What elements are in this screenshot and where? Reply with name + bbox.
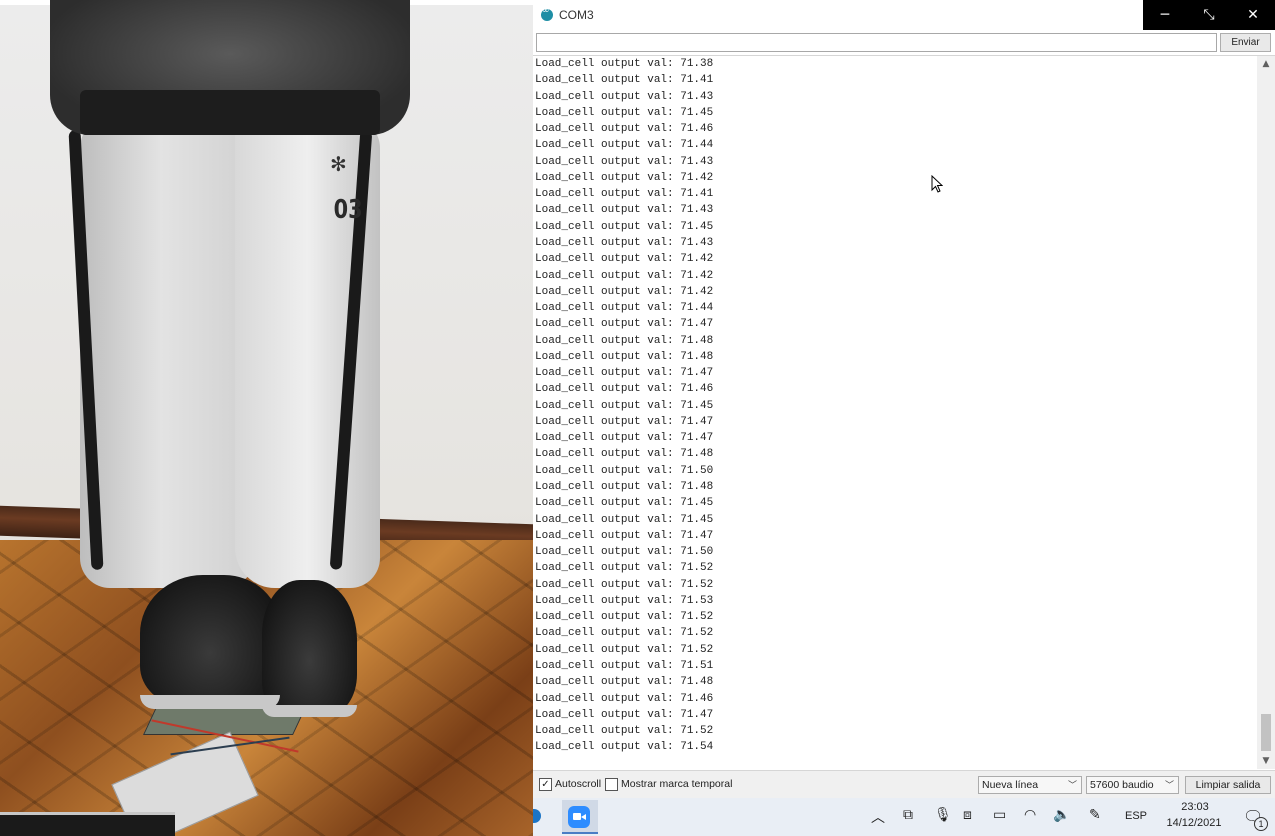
output-line: Load_cell output val: 71.51: [535, 659, 714, 672]
output-line: Load_cell output val: 71.45: [535, 513, 714, 526]
output-line: Load_cell output val: 71.45: [535, 106, 714, 119]
pants-number: 03: [333, 195, 363, 225]
minimize-icon[interactable]: ─: [1143, 0, 1187, 30]
right-shoe-sole: [262, 705, 357, 717]
output-line: Load_cell output val: 71.43: [535, 204, 714, 217]
taskbar: ︿ ⧉ 🎙 ⧈ ▭ ◠ 🔈 ✎ ESP 23:03 14/12/2021 🗨 1: [533, 798, 1275, 836]
left-shoe: [140, 575, 280, 705]
brand-logo-icon: ✻: [330, 152, 347, 176]
output-line: Load_cell output val: 71.47: [535, 432, 714, 445]
output-line: Load_cell output val: 71.44: [535, 302, 714, 315]
baud-rate-value: 57600 baudio: [1090, 779, 1154, 791]
output-line: Load_cell output val: 71.44: [535, 139, 714, 152]
output-line: Load_cell output val: 71.52: [535, 578, 714, 591]
autoscroll-checkbox[interactable]: ✓: [539, 778, 552, 791]
line-ending-value: Nueva línea: [982, 779, 1039, 791]
output-line: Load_cell output val: 71.54: [535, 741, 714, 754]
baud-rate-select[interactable]: 57600 baudio ﹀: [1086, 776, 1179, 794]
vertical-scrollbar[interactable]: ▲ ▼: [1257, 56, 1275, 769]
volume-icon[interactable]: 🔈: [1053, 807, 1070, 823]
partial-app-icon[interactable]: [533, 809, 541, 823]
clock-time[interactable]: 23:03: [1170, 801, 1220, 813]
line-ending-select[interactable]: Nueva línea ﹀: [978, 776, 1082, 794]
microphone-icon[interactable]: 🎙: [934, 807, 952, 823]
chevron-down-icon: ﹀: [1067, 780, 1077, 790]
output-line: Load_cell output val: 71.50: [535, 464, 714, 477]
left-shoe-sole: [140, 695, 280, 709]
output-line: Load_cell output val: 71.43: [535, 155, 714, 168]
arduino-icon: [541, 6, 553, 21]
show-hidden-icons-icon[interactable]: ︿: [871, 807, 885, 827]
send-button[interactable]: Enviar: [1220, 33, 1271, 52]
timestamp-checkbox[interactable]: [605, 778, 618, 791]
output-line: Load_cell output val: 71.52: [535, 562, 714, 575]
output-line: Load_cell output val: 71.46: [535, 123, 714, 136]
output-line: Load_cell output val: 71.46: [535, 692, 714, 705]
laptop-edge: [0, 812, 175, 836]
send-input[interactable]: [536, 33, 1217, 52]
output-line: Load_cell output val: 71.41: [535, 74, 714, 87]
output-line: Load_cell output val: 71.47: [535, 367, 714, 380]
scroll-up-icon[interactable]: ▲: [1257, 56, 1275, 72]
zoom-app-button[interactable]: [562, 800, 598, 834]
close-icon[interactable]: ✕: [1231, 0, 1275, 30]
output-line: Load_cell output val: 71.52: [535, 627, 714, 640]
scroll-down-icon[interactable]: ▼: [1257, 753, 1275, 769]
output-line: Load_cell output val: 71.45: [535, 220, 714, 233]
scroll-thumb[interactable]: [1261, 714, 1271, 751]
output-line: Load_cell output val: 71.48: [535, 481, 714, 494]
output-line: Load_cell output val: 71.46: [535, 383, 714, 396]
output-line: Load_cell output val: 71.48: [535, 676, 714, 689]
pen-icon[interactable]: ✎: [1089, 807, 1101, 823]
output-line: Load_cell output val: 71.47: [535, 318, 714, 331]
output-line: Load_cell output val: 71.47: [535, 529, 714, 542]
zoom-camera-icon: [568, 806, 590, 828]
send-bar: Enviar: [533, 30, 1275, 56]
restore-icon[interactable]: ⤡: [1187, 0, 1231, 30]
output-line: Load_cell output val: 71.38: [535, 58, 714, 70]
output-line: Load_cell output val: 71.42: [535, 171, 714, 184]
output-line: Load_cell output val: 71.50: [535, 546, 714, 559]
output-line: Load_cell output val: 71.48: [535, 448, 714, 461]
output-line: Load_cell output val: 71.43: [535, 90, 714, 103]
title-bar[interactable]: COM3 ─ ⤡ ✕: [533, 0, 1275, 30]
output-line: Load_cell output val: 71.48: [535, 350, 714, 363]
serial-monitor-window: COM3 ─ ⤡ ✕ Enviar Load_cell output val: …: [533, 0, 1275, 798]
autoscroll-label: Autoscroll: [555, 778, 602, 790]
output-line: Load_cell output val: 71.52: [535, 725, 714, 738]
wifi-icon[interactable]: ◠: [1024, 807, 1036, 823]
output-line: Load_cell output val: 71.53: [535, 594, 714, 607]
serial-output[interactable]: Load_cell output val: 71.38 Load_cell out…: [533, 56, 1257, 769]
output-line: Load_cell output val: 71.52: [535, 611, 714, 624]
notification-count-badge: 1: [1254, 817, 1268, 831]
output-line: Load_cell output val: 71.48: [535, 334, 714, 347]
bottom-bar: ✓ Autoscroll Mostrar marca temporal Nuev…: [533, 770, 1275, 798]
clock-date[interactable]: 14/12/2021: [1158, 817, 1230, 829]
output-line: Load_cell output val: 71.52: [535, 643, 714, 656]
output-line: Load_cell output val: 71.45: [535, 399, 714, 412]
language-indicator[interactable]: ESP: [1125, 810, 1147, 822]
pants-left-leg: [80, 118, 260, 588]
clear-output-button[interactable]: Limpiar salida: [1185, 776, 1271, 794]
meet-now-icon[interactable]: ⧉: [903, 807, 913, 823]
output-line: Load_cell output val: 71.47: [535, 415, 714, 428]
camera-feed: ✻ 03: [0, 0, 533, 836]
output-line: Load_cell output val: 71.42: [535, 269, 714, 282]
output-line: Load_cell output val: 71.41: [535, 188, 714, 201]
hoodie-waistband: [80, 90, 380, 135]
output-line: Load_cell output val: 71.45: [535, 497, 714, 510]
battery-icon[interactable]: ▭: [993, 807, 1006, 823]
output-line: Load_cell output val: 71.42: [535, 253, 714, 266]
timestamp-label: Mostrar marca temporal: [621, 778, 733, 790]
window-title: COM3: [559, 8, 594, 22]
window-controls: ─ ⤡ ✕: [1143, 0, 1275, 30]
output-line: Load_cell output val: 71.43: [535, 236, 714, 249]
output-line: Load_cell output val: 71.47: [535, 708, 714, 721]
screen-capture-icon[interactable]: ⧈: [963, 807, 972, 823]
output-line: Load_cell output val: 71.42: [535, 285, 714, 298]
chevron-down-icon: ﹀: [1164, 780, 1174, 790]
